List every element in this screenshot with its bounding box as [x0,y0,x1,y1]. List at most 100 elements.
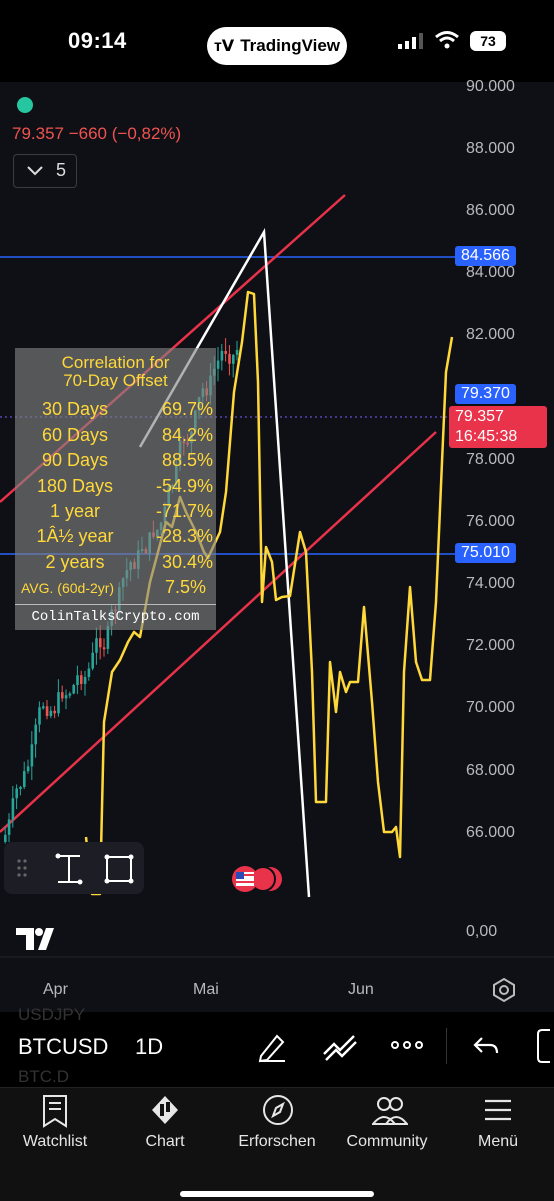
y-axis-label: 76.000 [466,513,515,530]
tab-label: Chart [145,1133,185,1150]
y-axis-label: 68.000 [466,762,515,779]
fullscreen-icon[interactable] [536,1028,554,1064]
y-axis-label: 82.000 [466,326,515,343]
x-axis-label: Jun [348,981,374,998]
candle-body [80,675,83,684]
candle-body [232,354,235,364]
more-options-icon[interactable] [390,1040,424,1050]
menu-icon [485,1099,511,1121]
status-time: 09:14 [68,28,127,53]
row-value: 88.5% [161,450,213,470]
price-change-line: 79.357 −660 (−0,82%) [12,124,182,143]
candle-body [68,693,72,696]
chart-icon [152,1096,178,1124]
candle-body [23,771,26,787]
price-tag-hline[interactable]: 84.566 [455,246,516,266]
drag-handle-icon[interactable] [16,858,28,878]
row-label: 1Â½ year [36,526,114,546]
correlation-title: Correlation for 70-Day Offset [15,354,216,390]
candle-body [53,710,56,714]
candle-body [38,707,41,725]
candle-body [91,652,94,669]
correlation-title-line: Correlation for [61,353,170,372]
y-axis-label: 88.000 [466,140,515,157]
tab-label: Menü [477,1133,519,1150]
candle-body [99,638,102,648]
price-tag-indicator: 79.370 [455,384,516,404]
candle-body [220,350,224,361]
community-icon [372,1097,408,1125]
candle-body [228,353,231,364]
y-axis-label: 86.000 [466,202,515,219]
rectangle-tool-icon[interactable] [102,852,136,886]
last-price-value: 79.357 [455,408,504,425]
tab-label: Watchlist [22,1133,88,1150]
row-label: 1 year [49,501,101,521]
measure-tool-icon[interactable] [52,852,86,886]
y-axis-label: 0,00 [466,923,498,940]
bottom-tab-bar: Watchlist Chart Erforschen Community Men… [0,1087,554,1201]
candle-body [34,724,37,745]
row-value: -54.9% [155,476,213,496]
candle-body [83,677,87,684]
indicators-icon[interactable] [322,1030,360,1064]
tab-explore[interactable]: Erforschen [227,1088,327,1178]
y-axis-label: 70.000 [466,699,515,716]
tab-chart[interactable]: Chart [115,1088,215,1178]
candle-body [49,710,53,717]
candle-body [42,706,45,709]
candle-body [4,834,7,842]
row-label: 30 Days [41,399,109,419]
chart-area[interactable]: 79.357 −660 (−0,82%) 5 90.000 88.000 86.… [0,78,554,1082]
indicator-count: 5 [56,160,67,180]
candle-body [19,786,22,789]
row-value: -71.7% [155,501,213,521]
undo-icon[interactable] [472,1034,500,1060]
candle-body [61,692,64,699]
row-value: -28.3% [155,526,213,546]
indicator-collapse-button[interactable]: 5 [13,154,77,188]
drawing-pen-icon[interactable] [255,1030,289,1064]
y-axis-label: 66.000 [466,824,515,841]
row-value: 84.2% [161,425,213,445]
interval-button[interactable]: 1D [135,1034,163,1060]
app-pill[interactable]: ᴛ𝗩 TradingView [207,27,347,65]
row-label: 2 years [45,552,105,572]
candle-body [7,819,11,835]
drawing-toolbar[interactable] [4,842,144,894]
divider [15,604,216,605]
y-axis-label: 72.000 [466,637,515,654]
candle-body [57,692,60,714]
watchlist-icon [43,1095,67,1128]
candle-body [95,638,98,653]
tab-community[interactable]: Community [337,1088,437,1178]
tab-watchlist[interactable]: Watchlist [5,1088,105,1178]
chevron-down-icon [27,166,43,176]
tab-menu[interactable]: Menü [448,1088,548,1178]
candle-body [102,647,106,650]
row-label: 180 Days [36,476,114,496]
last-price-tag: 79.357 16:45:38 [449,406,547,448]
tradingview-logo-icon: ᴛ𝗩 [213,38,235,55]
candle-body [87,668,91,678]
bar-countdown: 16:45:38 [455,428,518,445]
symbol-toolbar: USDJPY BTCUSD 1D BTC.D [0,1005,554,1087]
x-axis-label: Apr [43,981,68,998]
candle-body [45,706,49,717]
price-tag-hline[interactable]: 75.010 [455,543,516,563]
y-axis-label: 90.000 [466,78,515,95]
symbol-button[interactable]: BTCUSD [18,1034,108,1060]
tab-label: Community [346,1133,428,1150]
compass-icon [263,1095,293,1125]
y-axis-label: 78.000 [466,451,515,468]
cellular-signal-icon [398,33,424,54]
avg-value: 7.5% [165,577,207,597]
candle-body [235,349,239,355]
candle-body [216,360,220,369]
candle-body [15,788,18,799]
home-indicator [180,1191,374,1197]
market-status-dot-icon [17,97,33,113]
battery-indicator: 73 [470,31,506,51]
app-pill-label: TradingView [240,36,341,55]
candle-body [76,675,79,686]
